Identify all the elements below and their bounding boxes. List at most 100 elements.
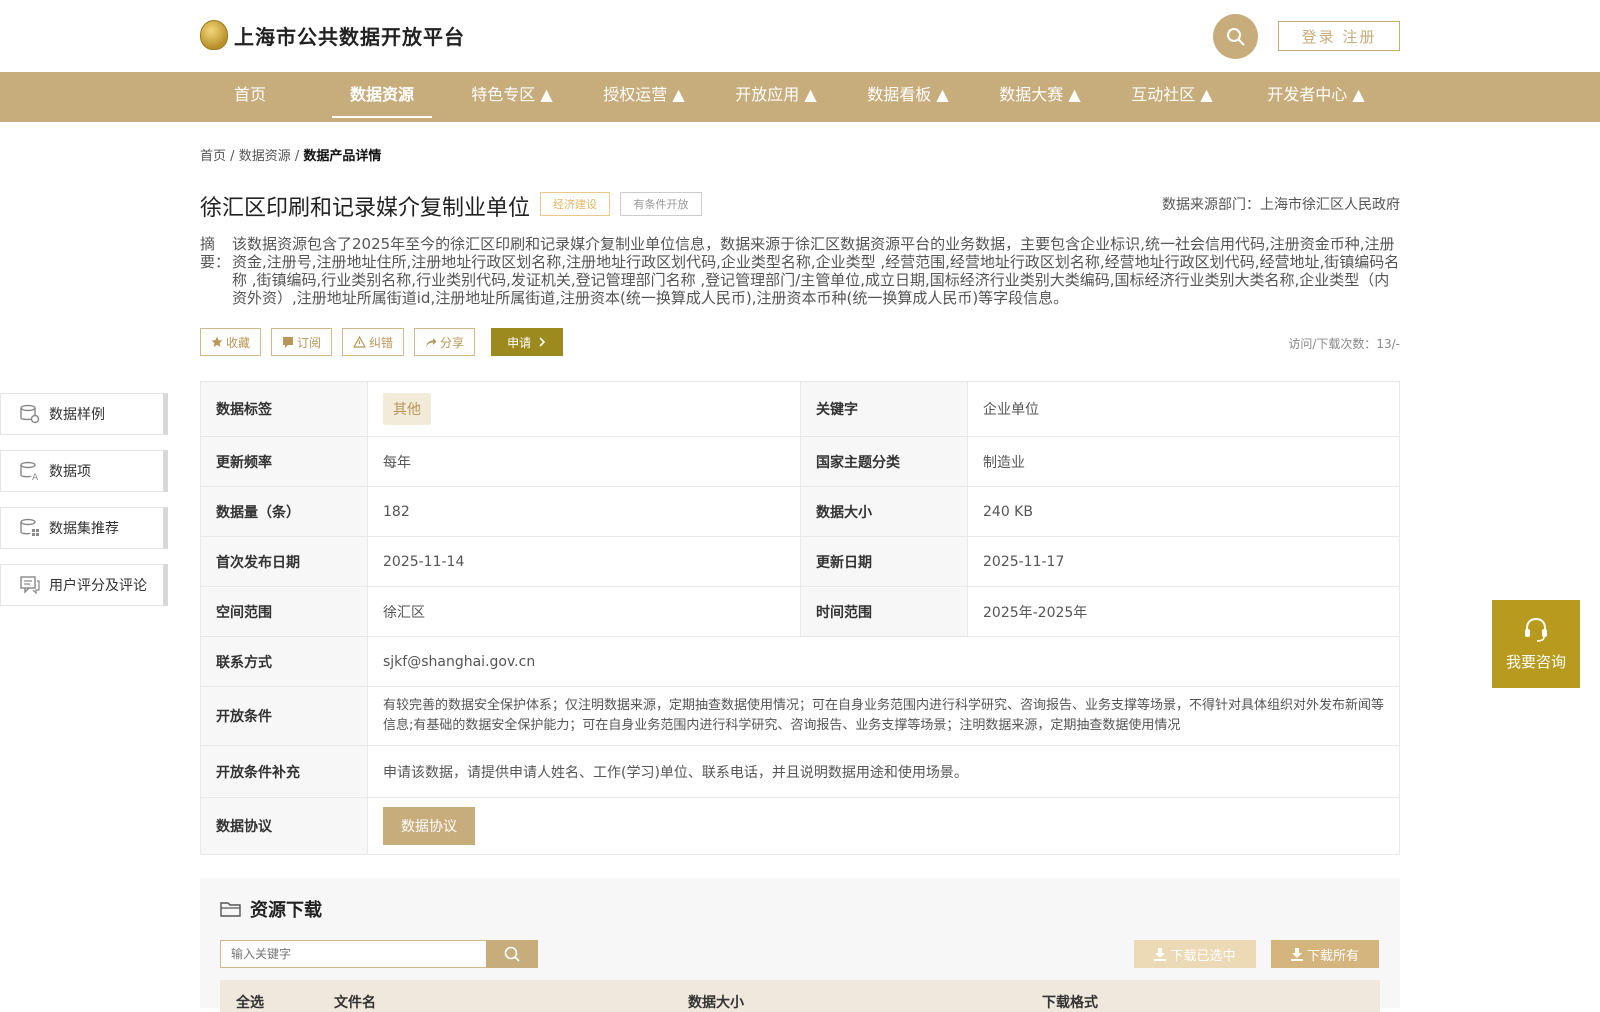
breadcrumb-separator: / (294, 149, 300, 164)
download-icon (1290, 947, 1303, 961)
sidebar-item-label: 用户评分及评论 (49, 578, 147, 594)
table-row: 数据协议 数据协议 (200, 797, 1400, 855)
nav-authorized-ops[interactable]: 授权运营 ▲ (598, 72, 690, 122)
sidebar-item-data-fields[interactable]: A 数据项 (0, 450, 168, 492)
download-all-button[interactable]: 下载所有 (1271, 940, 1379, 968)
database-settings-icon (20, 404, 40, 424)
summary-text: 该数据资源包含了2025年至今的徐汇区印刷和记录媒介复制业单位信息，数据来源于徐… (232, 235, 1400, 307)
nav-data-dashboard[interactable]: 数据看板 ▲ (862, 72, 954, 122)
breadcrumb-resources[interactable]: 数据资源 (239, 149, 291, 164)
open-condition-key: 开放条件 (200, 686, 368, 746)
label-value: 其他 (367, 381, 801, 437)
contact-value: sjkf@shanghai.gov.cn (367, 636, 1400, 687)
protocol-value: 数据协议 (367, 797, 1400, 855)
sidebar-item-label: 数据项 (49, 464, 91, 480)
share-label: 分享 (440, 335, 465, 350)
theme-key: 国家主题分类 (800, 436, 968, 487)
site-header: 上海市公共数据开放平台 登录 注册 (0, 0, 1600, 72)
breadcrumb-current: 数据产品详情 (303, 149, 382, 164)
download-selected-button[interactable]: 下载已选中 (1134, 940, 1256, 968)
condition-supplement-key: 开放条件补充 (200, 745, 368, 798)
data-tag-pill[interactable]: 其他 (383, 393, 431, 425)
breadcrumb-home[interactable]: 首页 (200, 149, 226, 164)
time-range-value: 2025年-2025年 (967, 586, 1400, 637)
apply-button[interactable]: 申请 (491, 328, 564, 356)
space-key: 空间范围 (200, 586, 368, 637)
column-filename: 文件名 (334, 995, 376, 1011)
share-button[interactable]: 分享 (414, 328, 476, 356)
visit-download-count: 访问/下载次数：13/- (1288, 337, 1400, 351)
share-icon (426, 338, 437, 347)
nav-data-resources[interactable]: 数据资源 (332, 72, 432, 122)
header-search-button[interactable] (1213, 14, 1258, 59)
table-row: 数据标签 其他 关键字 企业单位 (200, 381, 1400, 437)
freq-key: 更新频率 (200, 436, 368, 487)
contact-key: 联系方式 (200, 636, 368, 687)
freq-value: 每年 (367, 436, 801, 487)
database-grid-icon (20, 518, 39, 536)
size-key: 数据大小 (800, 486, 968, 537)
download-icon (1154, 947, 1167, 961)
sidebar-item-data-sample[interactable]: 数据样例 (0, 393, 168, 435)
star-icon (211, 336, 223, 347)
sidebar-item-label: 数据集推荐 (49, 521, 119, 537)
table-row: 空间范围 徐汇区 时间范围 2025年-2025年 (200, 586, 1400, 637)
report-label: 纠错 (369, 335, 394, 350)
search-icon (504, 946, 520, 962)
nav-home[interactable]: 首页 (222, 72, 278, 122)
search-icon (1226, 27, 1245, 46)
condition-supplement-value: 申请该数据，请提供申请人姓名、工作(学习)单位、联系电话，并且说明数据用途和使用… (367, 745, 1400, 798)
headset-icon (1525, 617, 1547, 642)
warning-icon (353, 336, 367, 348)
download-search-input[interactable] (220, 940, 487, 968)
consult-label: 我要咨询 (1505, 652, 1566, 671)
nav-special-zones[interactable]: 特色专区 ▲ (466, 72, 558, 122)
keyword-key: 关键字 (800, 381, 968, 437)
download-title-text: 资源下载 (250, 900, 322, 921)
nav-data-contest[interactable]: 数据大赛 ▲ (994, 72, 1086, 122)
category-tag: 经济建设 (540, 192, 610, 216)
favorite-button[interactable]: 收藏 (200, 328, 262, 356)
sidebar-item-dataset-recommend[interactable]: 数据集推荐 (0, 507, 168, 549)
svg-text:A: A (32, 473, 39, 482)
select-all-checkbox[interactable]: 全选 (236, 992, 264, 1012)
logo-icon (200, 20, 228, 50)
consult-button[interactable]: 我要咨询 (1492, 600, 1580, 688)
apply-label: 申请 (507, 335, 532, 350)
table-row: 首次发布日期 2025-11-14 更新日期 2025-11-17 (200, 536, 1400, 587)
count-key: 数据量（条） (200, 486, 368, 537)
page-title: 徐汇区印刷和记录媒介复制业单位 (200, 196, 531, 221)
theme-value: 制造业 (967, 436, 1400, 487)
update-date-key: 更新日期 (800, 536, 968, 587)
size-value: 240 KB (967, 486, 1400, 537)
sidebar-item-ratings-comments[interactable]: 用户评分及评论 (0, 564, 168, 606)
nav-open-apps[interactable]: 开放应用 ▲ (730, 72, 822, 122)
download-title: 资源下载 (220, 896, 322, 922)
favorite-label: 收藏 (226, 335, 251, 350)
open-condition-value: 有较完善的数据安全保护体系；仅注明数据来源，定期抽查数据使用情况；可在自身业务范… (367, 686, 1400, 746)
nav-developer-center[interactable]: 开发者中心 ▲ (1262, 72, 1370, 122)
time-range-key: 时间范围 (800, 586, 968, 637)
publish-date-key: 首次发布日期 (200, 536, 368, 587)
subscribe-button[interactable]: 订阅 (271, 328, 333, 356)
site-logo[interactable]: 上海市公共数据开放平台 (200, 20, 465, 50)
column-download-format: 下载格式 (1042, 995, 1098, 1011)
login-register-button[interactable]: 登录 注册 (1278, 21, 1400, 51)
folder-icon (220, 902, 241, 917)
download-search-button[interactable] (486, 940, 538, 968)
download-all-label: 下载所有 (1306, 948, 1359, 964)
resource-download-section: 资源下载 下载已选中 下载所有 全选 文件名 数据大小 下载格式 (200, 878, 1400, 1012)
data-protocol-button[interactable]: 数据协议 (383, 807, 475, 845)
download-selected-label: 下载已选中 (1170, 948, 1236, 964)
space-value: 徐汇区 (367, 586, 801, 637)
chevron-right-icon (539, 337, 546, 347)
action-bar: 收藏 订阅 纠错 分享 申请 (200, 328, 564, 356)
update-date-value: 2025-11-17 (967, 536, 1400, 587)
table-row: 数据量（条） 182 数据大小 240 KB (200, 486, 1400, 537)
main-nav: 首页 数据资源 特色专区 ▲ 授权运营 ▲ 开放应用 ▲ 数据看板 ▲ 数据大赛… (0, 72, 1600, 122)
report-error-button[interactable]: 纠错 (342, 328, 405, 356)
count-value: 182 (367, 486, 801, 537)
bookmark-icon (283, 337, 294, 348)
dataset-info-table: 数据标签 其他 关键字 企业单位 更新频率 每年 国家主题分类 制造业 数据量（… (200, 381, 1400, 855)
nav-community[interactable]: 互动社区 ▲ (1126, 72, 1218, 122)
